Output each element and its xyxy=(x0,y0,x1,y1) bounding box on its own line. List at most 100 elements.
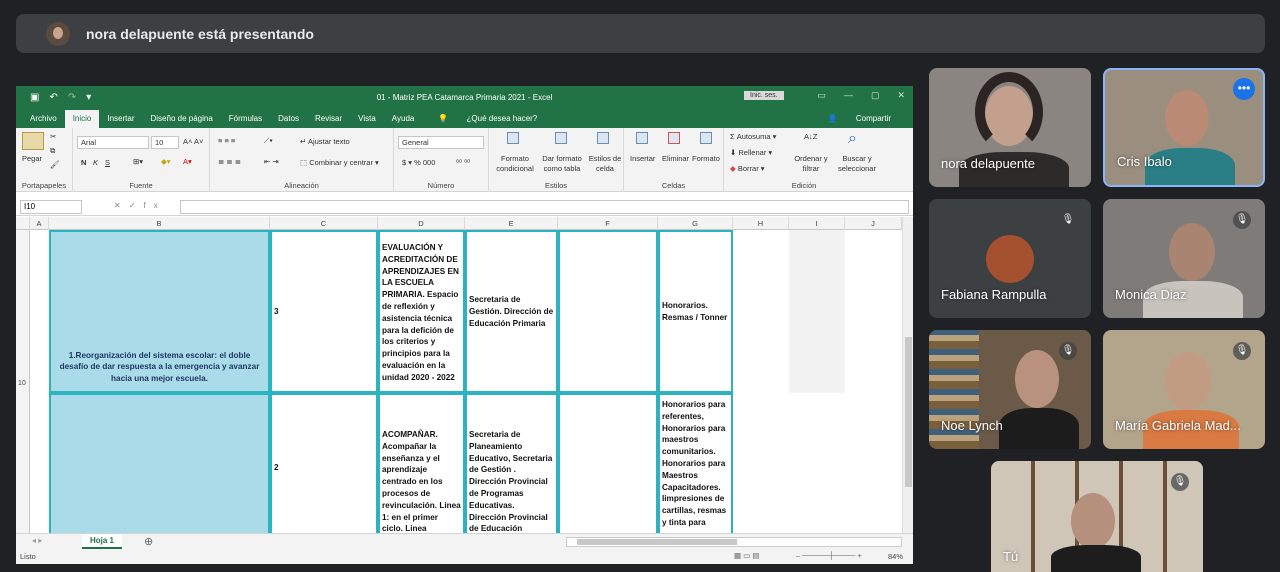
participant-tile-maria[interactable]: 🎙 María Gabriela Mad... xyxy=(1103,330,1265,449)
paste-button[interactable]: Pegar xyxy=(22,154,42,163)
cell-g10[interactable]: Honorarios. Resmas / Tonner xyxy=(658,230,733,393)
delete-cells-button[interactable]: Eliminar xyxy=(662,154,689,163)
col-header-c[interactable]: C xyxy=(270,217,378,230)
zoom-level[interactable]: 84% xyxy=(888,552,903,561)
fill-color-icon[interactable]: ◆▾ xyxy=(161,157,171,166)
copy-icon[interactable]: ⧉ xyxy=(50,146,55,156)
cell-f10[interactable] xyxy=(558,230,658,393)
formula-input[interactable] xyxy=(180,200,909,214)
cell-styles-button[interactable]: Estilos de celda xyxy=(587,154,623,174)
close-icon[interactable]: ✕ xyxy=(897,90,905,101)
font-name-select[interactable]: Arial xyxy=(77,136,149,149)
italic-button[interactable]: K xyxy=(93,158,98,167)
search-icon[interactable]: ⌕ xyxy=(848,130,857,148)
cell-i10[interactable] xyxy=(789,230,845,393)
align-top-icon[interactable]: ≡ ≡ ≡ xyxy=(218,136,235,145)
format-painter-icon[interactable]: 🖌 xyxy=(50,160,60,169)
cell-e11[interactable]: Secretaria de Planeamiento Educativo, Se… xyxy=(465,393,558,533)
row-header-10[interactable]: 10 xyxy=(18,380,26,387)
participant-tile-noe[interactable]: 🎙 Noe Lynch xyxy=(929,330,1091,449)
sheet-tab-hoja1[interactable]: Hoja 1 xyxy=(82,534,122,549)
grow-font-icon[interactable]: A˄ A˅ xyxy=(183,137,203,146)
sign-in-button[interactable]: Inic. ses. xyxy=(744,91,784,100)
merge-center-button[interactable]: ⬚ Combinar y centrar ▾ xyxy=(300,158,379,167)
minimize-icon[interactable]: — xyxy=(844,90,853,101)
tell-me-search[interactable]: 💡 ¿Qué desea hacer? xyxy=(422,114,553,128)
insert-cells-icon[interactable] xyxy=(636,132,648,144)
sheet-nav-icon[interactable]: ◂ ▸ xyxy=(32,536,42,545)
col-header-j[interactable]: J xyxy=(845,217,902,230)
cut-icon[interactable]: ✂ xyxy=(50,132,56,141)
tab-datos[interactable]: Datos xyxy=(270,114,307,128)
cell-e10[interactable]: Secretaria de Gestión. Dirección de Educ… xyxy=(465,230,558,393)
col-header-i[interactable]: I xyxy=(789,217,845,230)
horizontal-scroll-thumb[interactable] xyxy=(577,539,737,545)
paste-icon[interactable] xyxy=(22,132,44,150)
sort-filter-button[interactable]: Ordenar y filtrar xyxy=(792,154,830,174)
cell-f11[interactable] xyxy=(558,393,658,533)
tab-inicio[interactable]: Inicio xyxy=(64,110,100,128)
tab-diseno-pagina[interactable]: Diseño de página xyxy=(143,114,221,128)
conditional-format-icon[interactable] xyxy=(507,132,519,144)
col-header-f[interactable]: F xyxy=(558,217,658,230)
delete-cells-icon[interactable] xyxy=(668,132,680,144)
spreadsheet-grid[interactable]: A B C D E F G H I J 10 1.Reorganización … xyxy=(16,217,902,533)
format-cells-icon[interactable] xyxy=(700,132,712,144)
font-color-icon[interactable]: A▾ xyxy=(183,157,192,166)
view-normal-icon[interactable]: ▦ ▭ ▤ xyxy=(734,551,759,560)
font-size-select[interactable]: 10 xyxy=(151,136,179,149)
participant-tile-fabiana[interactable]: 🎙 Fabiana Rampulla xyxy=(929,199,1091,318)
col-header-h[interactable]: H xyxy=(733,217,789,230)
maximize-icon[interactable]: ▢ xyxy=(871,90,880,101)
conditional-format-button[interactable]: Formato condicional xyxy=(493,154,537,174)
cell-c10[interactable]: 3 xyxy=(270,230,378,393)
wrap-text-button[interactable]: ↵ Ajustar texto xyxy=(300,137,350,146)
format-cells-button[interactable]: Formato xyxy=(692,154,720,163)
col-header-d[interactable]: D xyxy=(378,217,465,230)
align-left-icon[interactable]: ≣ ≣ ≣ xyxy=(218,157,241,166)
clear-button[interactable]: ◆ Borrar ▾ xyxy=(730,164,765,173)
cell-g11[interactable]: Honorarios para referentes, Honorarios p… xyxy=(658,393,733,533)
underline-button[interactable]: S xyxy=(105,158,110,167)
tab-ayuda[interactable]: Ayuda xyxy=(384,114,423,128)
ribbon-display-icon[interactable]: ▭ xyxy=(817,90,826,101)
tab-formulas[interactable]: Fórmulas xyxy=(221,114,270,128)
add-sheet-icon[interactable]: ⊕ xyxy=(144,535,153,548)
orientation-icon[interactable]: ⟋▾ xyxy=(264,136,273,146)
share-button[interactable]: 👤 Compartir xyxy=(812,114,913,128)
col-header-a[interactable]: A xyxy=(30,217,49,230)
fill-button[interactable]: ⬇ Rellenar ▾ xyxy=(730,148,772,157)
vertical-scroll-thumb[interactable] xyxy=(905,337,912,487)
tab-vista[interactable]: Vista xyxy=(350,114,384,128)
vertical-scrollbar[interactable] xyxy=(902,217,913,533)
insert-cells-button[interactable]: Insertar xyxy=(630,154,655,163)
decimal-icon[interactable]: ⁰⁰ ⁰⁰ xyxy=(456,158,470,167)
find-select-button[interactable]: Buscar y seleccionar xyxy=(834,154,880,174)
fx-icon[interactable]: ✕✓fx xyxy=(114,201,166,210)
autosum-button[interactable]: Σ Autosuma ▾ xyxy=(730,132,776,141)
tab-archivo[interactable]: Archivo xyxy=(22,114,65,128)
format-table-icon[interactable] xyxy=(555,132,567,144)
participant-tile-monica[interactable]: 🎙 Monica Diaz xyxy=(1103,199,1265,318)
sort-filter-icon[interactable]: A↓Z xyxy=(804,132,817,141)
format-table-button[interactable]: Dar formato como tabla xyxy=(539,154,585,174)
borders-icon[interactable]: ⊞▾ xyxy=(133,157,143,166)
tab-revisar[interactable]: Revisar xyxy=(307,114,350,128)
indent-icon[interactable]: ⇤ ⇥ xyxy=(264,157,279,166)
cell-b10[interactable]: 1.Reorganización del sistema escolar: el… xyxy=(49,230,270,393)
cell-b11[interactable] xyxy=(49,393,270,533)
bold-button[interactable]: N xyxy=(81,158,86,167)
currency-icon[interactable]: $ ▾ % 000 xyxy=(402,158,435,167)
horizontal-scrollbar[interactable] xyxy=(566,537,902,547)
cell-c11[interactable]: 2 xyxy=(270,393,378,533)
col-header-b[interactable]: B xyxy=(49,217,270,230)
participant-tile-self[interactable]: 🎙 Tú xyxy=(991,461,1203,572)
cell-d11[interactable]: ACOMPAÑAR. Acompañar la enseñanza y el a… xyxy=(378,393,465,533)
number-format-select[interactable]: General xyxy=(398,136,484,149)
cell-d10[interactable]: EVALUACIÓN Y ACREDITACIÓN DE APRENDIZAJE… xyxy=(378,230,465,393)
participant-tile-cris[interactable]: ••• Cris Ibalo xyxy=(1103,68,1265,187)
tab-insertar[interactable]: Insertar xyxy=(99,114,142,128)
zoom-slider[interactable]: – ─────┼──── + xyxy=(796,551,862,560)
name-box[interactable]: I10 xyxy=(20,200,82,214)
select-all-corner[interactable] xyxy=(16,217,30,230)
